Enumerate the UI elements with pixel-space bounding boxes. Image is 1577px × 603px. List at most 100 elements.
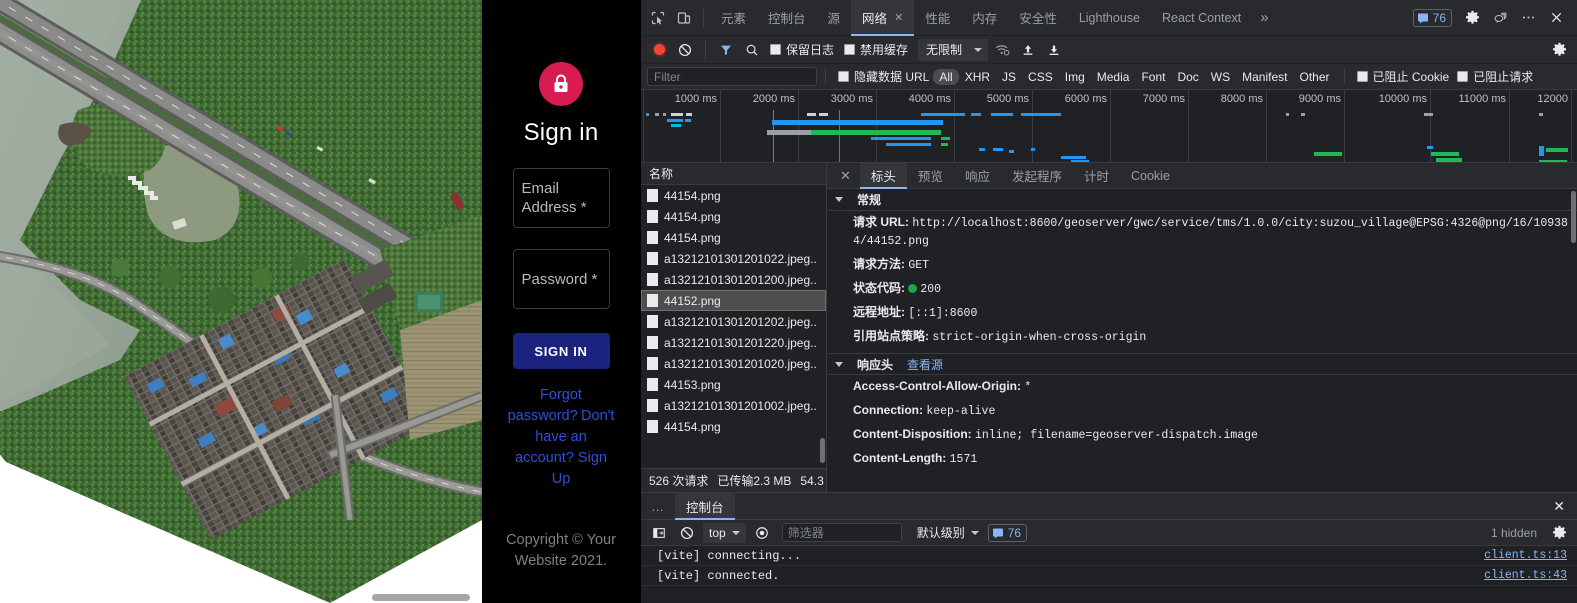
divider <box>825 69 826 84</box>
import-har-icon[interactable] <box>1016 39 1040 61</box>
request-list-header[interactable]: 名称 <box>641 163 826 185</box>
type-filter-js[interactable]: JS <box>996 69 1022 85</box>
sign-in-button[interactable]: SIGN IN <box>512 333 610 369</box>
details-scrollbar[interactable] <box>1570 189 1577 492</box>
general-section-header[interactable]: 常规 <box>829 189 1577 211</box>
tab-react-context[interactable]: React Context <box>1151 0 1252 36</box>
network-settings-gear-icon[interactable] <box>1547 39 1571 61</box>
checkbox-box <box>838 71 849 82</box>
console-issues-badge[interactable]: 76 <box>987 523 1028 542</box>
table-row[interactable]: a13212101301201202.jpeg.. <box>641 311 826 332</box>
type-filter-ws[interactable]: WS <box>1205 69 1236 85</box>
scrollbar-thumb[interactable] <box>1571 191 1576 243</box>
throttling-dropdown[interactable]: 无限制 <box>918 38 989 61</box>
tab-response[interactable]: 响应 <box>954 163 1001 189</box>
forgot-password-link[interactable]: Forgot password? <box>508 387 582 424</box>
console-clear-icon[interactable] <box>675 522 699 544</box>
console-sidebar-toggle-icon[interactable] <box>647 522 671 544</box>
drawer-more-icon[interactable]: … <box>641 499 675 514</box>
type-filter-other[interactable]: Other <box>1294 69 1336 85</box>
scrollbar-thumb[interactable] <box>820 438 825 463</box>
more-tabs-icon[interactable]: » <box>1252 9 1276 26</box>
drawer-close-icon[interactable]: ✕ <box>1541 498 1577 515</box>
table-row[interactable]: a13212101301201022.jpeg.. <box>641 248 826 269</box>
request-rows[interactable]: 44154.png 44154.png 44154.png a132121013… <box>641 185 826 468</box>
response-headers-section-header[interactable]: 响应头 查看源 <box>829 353 1577 375</box>
tab-console-drawer[interactable]: 控制台 <box>675 492 735 520</box>
console-level-dropdown[interactable]: 默认级别 <box>912 524 984 541</box>
table-row[interactable]: 44153.png <box>641 374 826 395</box>
table-row[interactable]: 44154.png <box>641 227 826 248</box>
tab-memory[interactable]: 内存 <box>961 0 1008 36</box>
table-row[interactable]: a13212101301201200.jpeg.. <box>641 269 826 290</box>
table-row[interactable]: 44154.png <box>641 206 826 227</box>
table-row[interactable]: 44154.png <box>641 416 826 437</box>
console-message-source[interactable]: client.ts:43 <box>1484 569 1567 582</box>
console-settings-gear-icon[interactable] <box>1547 522 1571 544</box>
preserve-log-checkbox[interactable]: 保留日志 <box>766 41 838 58</box>
page-horizontal-scrollbar[interactable] <box>0 592 640 603</box>
table-row[interactable]: a13212101301201220.jpeg.. <box>641 332 826 353</box>
page-title: Sign in <box>523 119 599 146</box>
export-har-icon[interactable] <box>1042 39 1066 61</box>
console-eye-icon[interactable] <box>750 522 774 544</box>
type-filter-font[interactable]: Font <box>1135 69 1171 85</box>
search-icon[interactable] <box>740 39 764 61</box>
hide-data-urls-label: 隐藏数据 URL <box>854 70 930 84</box>
disable-cache-checkbox[interactable]: 禁用缓存 <box>840 41 912 58</box>
close-icon[interactable] <box>1543 5 1569 31</box>
filter-input[interactable] <box>647 67 817 86</box>
table-row-selected[interactable]: 44152.png <box>641 290 826 311</box>
tab-headers[interactable]: 标头 <box>859 162 907 189</box>
email-field[interactable]: Email Address * <box>512 168 610 228</box>
tab-performance[interactable]: 性能 <box>914 0 961 36</box>
page-scrollbar-thumb[interactable] <box>372 594 470 601</box>
type-filter-doc[interactable]: Doc <box>1171 69 1204 85</box>
chevron-down-icon <box>835 197 843 202</box>
hide-data-urls-checkbox[interactable]: 隐藏数据 URL <box>834 68 933 85</box>
console-filter-input[interactable] <box>781 523 902 542</box>
device-toolbar-icon[interactable] <box>671 5 697 31</box>
tab-security[interactable]: 安全性 <box>1008 0 1068 36</box>
tab-cookies[interactable]: Cookie <box>1120 163 1181 189</box>
record-button[interactable] <box>647 39 671 61</box>
filter-icon[interactable] <box>714 39 738 61</box>
network-overview-timeline[interactable]: 1000 ms 2000 ms 3000 ms 4000 ms 5000 ms … <box>641 90 1577 163</box>
tab-label: 控制台 <box>686 500 724 515</box>
clear-button[interactable] <box>673 39 697 61</box>
feedback-icon[interactable] <box>1487 5 1513 31</box>
type-filter-css[interactable]: CSS <box>1022 69 1059 85</box>
password-field[interactable]: Password * <box>512 249 610 309</box>
type-filter-manifest[interactable]: Manifest <box>1236 69 1293 85</box>
aerial-orthophoto-map[interactable] <box>0 0 482 603</box>
tab-elements[interactable]: 元素 <box>710 0 757 36</box>
tab-network[interactable]: 网络 ✕ <box>851 0 915 36</box>
message-count-badge[interactable]: 76 <box>1412 8 1452 27</box>
inspect-element-icon[interactable] <box>645 5 671 31</box>
tab-initiator[interactable]: 发起程序 <box>1001 163 1073 189</box>
blocked-requests-checkbox[interactable]: 已阻止请求 <box>1453 68 1537 85</box>
tab-lighthouse[interactable]: Lighthouse <box>1068 0 1151 36</box>
type-filter-media[interactable]: Media <box>1091 69 1136 85</box>
table-row[interactable]: 44154.png <box>641 185 826 206</box>
detail-close-icon[interactable]: ✕ <box>831 168 860 184</box>
more-options-icon[interactable] <box>1515 5 1541 31</box>
tab-preview[interactable]: 预览 <box>907 163 954 189</box>
console-message-source[interactable]: client.ts:13 <box>1484 549 1567 562</box>
tab-timing[interactable]: 计时 <box>1073 163 1120 189</box>
table-row[interactable]: a13212101301201020.jpeg.. <box>641 353 826 374</box>
view-source-link[interactable]: 查看源 <box>907 356 943 373</box>
network-conditions-icon[interactable] <box>990 39 1014 61</box>
type-filter-all[interactable]: All <box>933 68 959 85</box>
type-filter-img[interactable]: Img <box>1059 69 1091 85</box>
tab-sources[interactable]: 源 <box>817 0 852 36</box>
request-list-scrollbar[interactable] <box>819 185 826 468</box>
blocked-cookies-checkbox[interactable]: 已阻止 Cookie <box>1353 68 1454 85</box>
timeline-tick-label: 1000 ms <box>674 93 717 105</box>
table-row[interactable]: a13212101301201002.jpeg.. <box>641 395 826 416</box>
settings-gear-icon[interactable] <box>1459 5 1485 31</box>
tab-console[interactable]: 控制台 <box>757 0 817 36</box>
tab-close-icon[interactable]: ✕ <box>894 11 903 24</box>
console-context-dropdown[interactable]: top <box>703 522 746 543</box>
type-filter-xhr[interactable]: XHR <box>959 69 996 85</box>
